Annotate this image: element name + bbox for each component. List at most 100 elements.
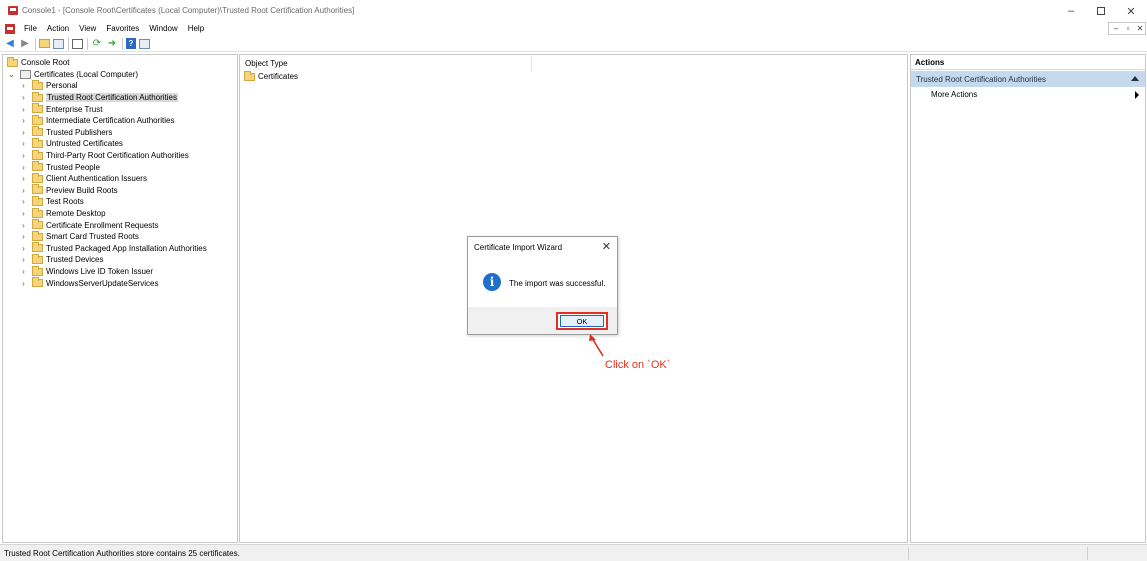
chevron-right-icon[interactable]: › bbox=[19, 279, 28, 288]
mdi-minimize-button[interactable]: – bbox=[1110, 23, 1122, 34]
tree-item-store[interactable]: › Trusted Root Certification Authorities bbox=[19, 91, 178, 104]
menu-view[interactable]: View bbox=[74, 24, 101, 33]
tree-item-store[interactable]: › Windows Live ID Token Issuer bbox=[19, 265, 153, 278]
tree-item-store[interactable]: › Third-Party Root Certification Authorit… bbox=[19, 149, 189, 162]
menu-file[interactable]: File bbox=[19, 24, 42, 33]
chevron-right-icon[interactable]: › bbox=[19, 163, 28, 172]
chevron-right-icon[interactable]: › bbox=[19, 139, 28, 148]
menu-favorites[interactable]: Favorites bbox=[101, 24, 144, 33]
tree-item-store[interactable]: › Trusted Devices bbox=[19, 253, 104, 266]
column-header-object-type[interactable]: Object Type bbox=[245, 59, 288, 68]
tree-item-store[interactable]: › Enterprise Trust bbox=[19, 103, 102, 115]
close-button[interactable]: ✕ bbox=[1116, 3, 1146, 19]
tree-item-store[interactable]: › Remote Desktop bbox=[19, 207, 106, 220]
tree-item-store[interactable]: › Client Authentication Issuers bbox=[19, 172, 147, 185]
annotation-arrow-icon bbox=[589, 334, 604, 357]
chevron-right-icon[interactable]: › bbox=[19, 209, 28, 218]
mdi-close-button[interactable]: ✕ bbox=[1134, 23, 1146, 34]
status-separator bbox=[908, 547, 909, 560]
toolbar-separator bbox=[35, 37, 36, 50]
minimize-button[interactable]: – bbox=[1056, 3, 1086, 19]
ok-button-highlight: OK bbox=[556, 312, 608, 330]
tree-item-label: Trusted Root Certification Authorities bbox=[46, 93, 178, 103]
tree-item-store[interactable]: › Trusted Publishers bbox=[19, 126, 113, 139]
back-icon[interactable]: ◀ bbox=[4, 38, 16, 50]
chevron-right-icon[interactable]: › bbox=[19, 151, 28, 160]
chevron-right-icon[interactable]: › bbox=[19, 267, 28, 276]
chevron-right-icon[interactable]: › bbox=[19, 221, 28, 230]
actions-section-trusted-root[interactable]: Trusted Root Certification Authorities bbox=[911, 71, 1145, 87]
collapse-icon[interactable] bbox=[1131, 76, 1139, 81]
chevron-right-icon[interactable]: › bbox=[19, 128, 28, 137]
folder-icon bbox=[32, 114, 43, 125]
folder-icon bbox=[32, 265, 43, 276]
more-actions-item[interactable]: More Actions bbox=[931, 90, 977, 99]
show-hide-tree-icon[interactable] bbox=[53, 38, 64, 49]
window-title: Console1 - [Console Root\Certificates (L… bbox=[22, 6, 355, 15]
tree-item-label: Remote Desktop bbox=[46, 209, 106, 219]
show-action-pane-icon[interactable] bbox=[139, 38, 150, 49]
menu-window[interactable]: Window bbox=[144, 24, 182, 33]
tree-item-label: Certificate Enrollment Requests bbox=[46, 220, 159, 230]
certificates-snapin-icon bbox=[20, 69, 31, 79]
folder-icon bbox=[32, 277, 43, 288]
tree-item-store[interactable]: › Intermediate Certification Authorities bbox=[19, 114, 175, 127]
chevron-right-icon[interactable]: › bbox=[19, 93, 28, 102]
chevron-right-icon[interactable]: › bbox=[19, 174, 28, 183]
tree-item-label: Smart Card Trusted Roots bbox=[46, 232, 139, 242]
console-tree-pane: Console Root ⌄ Certificates (Local Compu… bbox=[2, 54, 238, 543]
list-item-certificates[interactable]: Certificates bbox=[244, 70, 298, 81]
folder-icon bbox=[32, 126, 43, 137]
menu-action[interactable]: Action bbox=[42, 24, 74, 33]
folder-icon bbox=[32, 161, 43, 172]
chevron-right-icon[interactable]: › bbox=[19, 186, 28, 195]
toolbar: ◀ ▶ ⟳ ➜ ? bbox=[0, 36, 1147, 52]
maximize-icon bbox=[1097, 7, 1105, 15]
tree-item-label: Untrusted Certificates bbox=[46, 139, 123, 149]
help-icon[interactable]: ? bbox=[126, 38, 136, 49]
maximize-button[interactable] bbox=[1086, 3, 1116, 19]
mmc-app-icon bbox=[8, 6, 18, 15]
tree-item-certificates-local-computer[interactable]: ⌄ Certificates (Local Computer) bbox=[7, 69, 138, 81]
tree-item-store[interactable]: › Smart Card Trusted Roots bbox=[19, 230, 139, 243]
chevron-right-icon[interactable]: › bbox=[19, 116, 28, 125]
properties-icon[interactable] bbox=[72, 38, 83, 49]
folder-icon bbox=[32, 137, 43, 148]
ok-button[interactable]: OK bbox=[560, 315, 604, 327]
tree-item-store[interactable]: › Untrusted Certificates bbox=[19, 137, 123, 150]
actions-header: Actions bbox=[911, 55, 1145, 70]
folder-icon bbox=[32, 172, 43, 183]
chevron-right-icon[interactable]: › bbox=[19, 232, 28, 241]
tree-item-store[interactable]: › Test Roots bbox=[19, 195, 84, 208]
tree-item-console-root[interactable]: Console Root bbox=[7, 56, 69, 69]
tree-item-label: Certificates (Local Computer) bbox=[34, 69, 139, 79]
folder-icon bbox=[32, 91, 43, 102]
console-icon[interactable] bbox=[5, 23, 15, 34]
tree-item-store[interactable]: › Trusted Packaged App Installation Autho… bbox=[19, 242, 207, 255]
tree-item-store[interactable]: › WindowsServerUpdateServices bbox=[19, 277, 159, 289]
menu-help[interactable]: Help bbox=[183, 24, 209, 33]
tree-item-label: Trusted Publishers bbox=[46, 127, 113, 137]
tree-item-label: Intermediate Certification Authorities bbox=[46, 116, 175, 126]
refresh-icon[interactable]: ⟳ bbox=[91, 38, 103, 50]
export-list-icon[interactable]: ➜ bbox=[106, 38, 118, 50]
chevron-right-icon[interactable]: › bbox=[19, 197, 28, 206]
dialog-title: Certificate Import Wizard bbox=[474, 243, 563, 252]
tree-item-label: Trusted Packaged App Installation Author… bbox=[46, 243, 207, 253]
chevron-right-icon[interactable]: › bbox=[19, 81, 28, 90]
tree-item-store[interactable]: › Certificate Enrollment Requests bbox=[19, 219, 159, 231]
mdi-restore-button[interactable]: ▫ bbox=[1122, 23, 1134, 34]
chevron-right-icon[interactable]: › bbox=[19, 255, 28, 264]
up-folder-icon[interactable] bbox=[39, 39, 50, 48]
tree-item-store[interactable]: › Preview Build Roots bbox=[19, 184, 118, 197]
chevron-right-icon[interactable]: › bbox=[19, 105, 28, 114]
chevron-down-icon[interactable]: ⌄ bbox=[7, 70, 16, 79]
dialog-close-button[interactable]: ✕ bbox=[602, 240, 611, 253]
column-separator[interactable] bbox=[531, 57, 532, 71]
folder-icon bbox=[32, 103, 43, 114]
tree-item-store[interactable]: › Personal bbox=[19, 79, 78, 92]
tree-item-store[interactable]: › Trusted People bbox=[19, 161, 100, 173]
forward-icon[interactable]: ▶ bbox=[19, 38, 31, 50]
tree-item-label: Preview Build Roots bbox=[46, 185, 118, 195]
chevron-right-icon[interactable]: › bbox=[19, 244, 28, 253]
